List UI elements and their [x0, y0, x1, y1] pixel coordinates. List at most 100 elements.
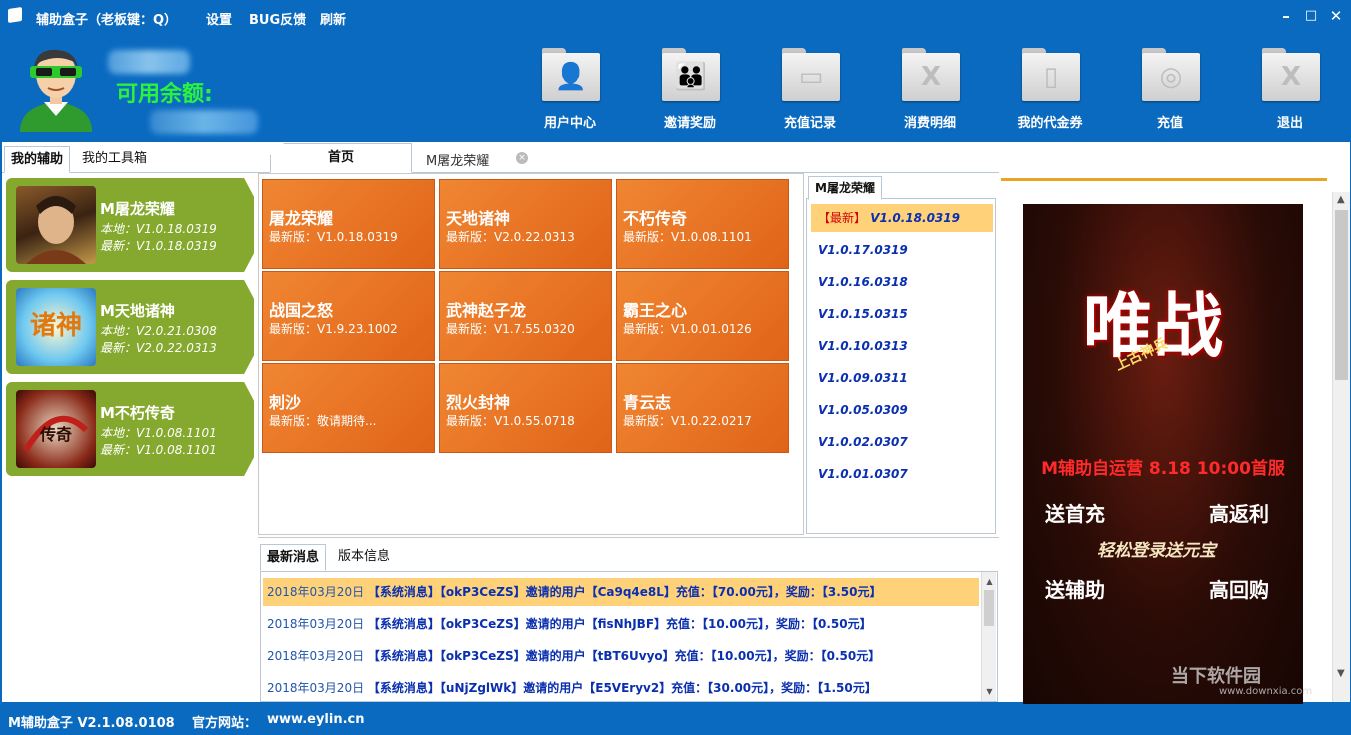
left-panel: 我的辅助 我的工具箱 M屠龙荣耀 本地：V1.0.18.0319 最新：V1.0…: [2, 142, 258, 702]
game-tile[interactable]: 刺沙最新版：敬请期待...: [262, 363, 435, 453]
title-bar: 辅助盒子（老板键：Q） 设置 BUG反馈 刷新 – □ ✕: [0, 0, 1351, 34]
site-link[interactable]: www.eylin.cn: [267, 712, 365, 727]
assist-card[interactable]: 诸神 M天地诸神 本地：V2.0.21.0308 最新：V2.0.22.0313: [6, 280, 254, 374]
tab-latest-news[interactable]: 最新消息: [260, 544, 327, 571]
version-item[interactable]: V1.0.02.0307: [811, 428, 993, 456]
tile-name: 天地诸神: [446, 209, 511, 228]
scroll-down-icon[interactable]: ▼: [1337, 668, 1345, 679]
watermark-url: www.downxia.com: [1219, 686, 1313, 697]
news-date: 2018年03月20日: [267, 649, 365, 663]
version-item[interactable]: V1.0.10.0313: [811, 332, 993, 360]
tool-exit[interactable]: X 退出: [1248, 48, 1332, 134]
game-tile[interactable]: 青云志 最新版：V1.0.22.0217: [616, 363, 789, 453]
ad-line: 高返利: [1209, 502, 1269, 526]
app-window: 辅助盒子（老板键：Q） 设置 BUG反馈 刷新 – □ ✕ 可用余额: 👤 用户…: [0, 0, 1351, 735]
game-tile-grid: 屠龙荣耀 最新版：V1.0.18.0319 天地诸神最新版：V2.0.22.031…: [258, 173, 804, 535]
group-icon: 👪: [674, 62, 708, 92]
version-item[interactable]: V1.0.05.0309: [811, 396, 993, 424]
close-button[interactable]: ✕: [1326, 6, 1346, 26]
tile-name: 不朽传奇: [623, 209, 688, 228]
game-tile[interactable]: 天地诸神最新版：V2.0.22.0313: [439, 179, 612, 269]
game-thumbnail: 传奇: [16, 390, 96, 468]
game-tile[interactable]: 屠龙荣耀 最新版：V1.0.18.0319: [262, 179, 435, 269]
version-item[interactable]: V1.0.15.0315: [811, 300, 993, 328]
tile-name: 刺沙: [269, 393, 302, 412]
news-text: 【系统消息】【okP3CeZS】邀请的用户【tBT6Uvyo】充值：【10.00…: [367, 649, 881, 663]
version-item[interactable]: 【最新】 V1.0.18.0319: [811, 204, 993, 232]
watermark-text: 当下软件园: [1171, 666, 1261, 687]
version-tab[interactable]: M屠龙荣耀: [808, 176, 882, 200]
folder-icon: 👤: [542, 48, 600, 102]
game-tile[interactable]: 武神赵子龙 最新版：V1.7.55.0320: [439, 271, 612, 361]
tool-label: 我的代金券: [1017, 116, 1083, 131]
user-icon: 👤: [554, 62, 588, 92]
tool-user-center[interactable]: 👤 用户中心: [528, 48, 612, 134]
news-date: 2018年03月20日: [267, 681, 365, 695]
tile-name: 烈火封神: [446, 393, 511, 412]
tool-label: 邀请奖励: [663, 116, 716, 131]
card-latest-version: 最新：V2.0.22.0313: [100, 341, 217, 355]
main-panel: 首页 M屠龙荣耀 × 屠龙荣耀 最新版：V1.0.18.0319 天地诸神最新版：…: [258, 142, 999, 702]
news-list: 2018年03月20日 【系统消息】【okP3CeZS】邀请的用户【Ca9q4e…: [260, 571, 998, 702]
scroll-up-icon[interactable]: ▲: [982, 574, 997, 589]
news-text: 【系统消息】【uNjZglWk】邀请的用户【E5VEryv2】充值：【30.00…: [367, 681, 877, 695]
tile-version: 最新版：敬请期待...: [269, 414, 377, 428]
game-tile[interactable]: 战国之怒 最新版：V1.9.23.1002: [262, 271, 435, 361]
ad-scrollbar[interactable]: ▲ ▼: [1332, 192, 1350, 702]
compass-icon: ◎: [1159, 62, 1183, 92]
tab-version-info[interactable]: 版本信息: [332, 544, 396, 571]
tile-version: 最新版：V1.9.23.1002: [269, 322, 398, 336]
tool-label: 充值: [1156, 116, 1183, 131]
tool-consume-detail[interactable]: X 消费明细: [888, 48, 972, 134]
card-local-version: 本地：V1.0.18.0319: [100, 222, 217, 236]
assist-card[interactable]: 传奇 M不朽传奇 本地：V1.0.08.1101 最新：V1.0.08.1101: [6, 382, 254, 476]
menu-refresh[interactable]: 刷新: [320, 9, 346, 28]
tile-version: 最新版：V1.0.01.0126: [623, 322, 752, 336]
game-tile[interactable]: 霸王之心 最新版：V1.0.01.0126: [616, 271, 789, 361]
card-name: M天地诸神: [100, 302, 175, 320]
version-item[interactable]: V1.0.01.0307: [811, 460, 993, 488]
balance-label: 可用余额:: [116, 82, 213, 107]
game-tile[interactable]: 不朽传奇 最新版：V1.0.08.1101: [616, 179, 789, 269]
tool-recharge-record[interactable]: ▭ 充值记录: [768, 48, 852, 134]
news-row[interactable]: 2018年03月20日 【系统消息】【uNjZglWk】邀请的用户【E5VEry…: [263, 674, 979, 701]
news-row[interactable]: 2018年03月20日 【系统消息】【okP3CeZS】邀请的用户【fisNhJ…: [263, 610, 979, 638]
folder-icon: X: [1262, 48, 1320, 102]
scroll-up-icon[interactable]: ▲: [1337, 194, 1345, 205]
menu-bug-feedback[interactable]: BUG反馈: [249, 9, 306, 28]
tab-game[interactable]: M屠龙荣耀: [426, 150, 489, 169]
game-tile[interactable]: 烈火封神 最新版：V1.0.55.0718: [439, 363, 612, 453]
scroll-down-icon[interactable]: ▼: [982, 684, 997, 699]
tool-my-voucher[interactable]: ▯ 我的代金券: [1008, 48, 1092, 134]
card-latest-version: 最新：V1.0.18.0319: [100, 239, 217, 253]
tile-version: 最新版：V2.0.22.0313: [446, 230, 575, 244]
news-text: 【系统消息】【okP3CeZS】邀请的用户【fisNhJBF】充值：【10.00…: [367, 617, 872, 631]
version-item[interactable]: V1.0.17.0319: [811, 236, 993, 264]
assist-card[interactable]: M屠龙荣耀 本地：V1.0.18.0319 最新：V1.0.18.0319: [6, 178, 254, 272]
tab-home[interactable]: 首页: [270, 143, 412, 173]
news-row[interactable]: 2018年03月20日 【系统消息】【okP3CeZS】邀请的用户【Ca9q4e…: [263, 578, 979, 606]
scroll-thumb[interactable]: [1335, 210, 1348, 380]
menu-settings[interactable]: 设置: [206, 9, 232, 28]
game-thumbnail: [16, 186, 96, 264]
app-title: 辅助盒子（老板键：Q）: [36, 13, 178, 28]
news-row[interactable]: 2018年03月20日 【系统消息】【okP3CeZS】邀请的用户【tBT6Uv…: [263, 642, 979, 670]
ad-headline: M辅助自运营 8.18 10:00首服: [1041, 459, 1285, 479]
tool-recharge[interactable]: ◎ 充值: [1128, 48, 1212, 134]
version-item[interactable]: V1.0.16.0318: [811, 268, 993, 296]
version-item[interactable]: V1.0.09.0311: [811, 364, 993, 392]
ad-banner[interactable]: 唯战 上古神兵 M辅助自运营 8.18 10:00首服 送首充 高返利 轻松登录…: [1023, 204, 1303, 704]
tab-my-toolbox[interactable]: 我的工具箱: [76, 146, 153, 173]
tile-name: 武神赵子龙: [446, 301, 527, 320]
card-local-version: 本地：V1.0.08.1101: [100, 426, 217, 440]
tab-my-assist[interactable]: 我的辅助: [4, 146, 71, 173]
minimize-button[interactable]: –: [1276, 6, 1296, 26]
x-icon: X: [920, 62, 942, 92]
card-name: M屠龙荣耀: [100, 200, 175, 218]
tab-close-icon[interactable]: ×: [516, 152, 528, 164]
ad-line: 送辅助: [1045, 578, 1105, 602]
news-scrollbar[interactable]: ▲ ▼: [981, 572, 996, 701]
tool-invite-reward[interactable]: 👪 邀请奖励: [648, 48, 732, 134]
maximize-button[interactable]: □: [1301, 6, 1321, 26]
scroll-thumb[interactable]: [984, 590, 994, 626]
